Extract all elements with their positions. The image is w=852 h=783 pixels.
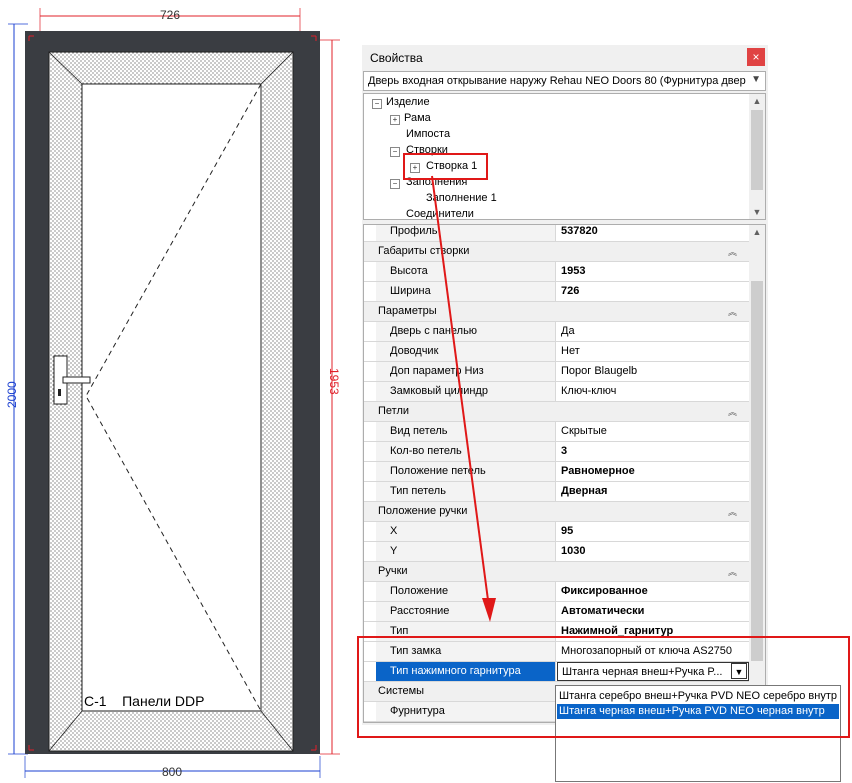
- panel-label: С-1 Панели DDP: [84, 693, 204, 709]
- grid-row-value[interactable]: 1953: [557, 262, 749, 281]
- dim-right: 1953: [320, 39, 341, 755]
- collapse-icon[interactable]: −: [372, 99, 382, 109]
- grid-scroll-thumb[interactable]: [751, 281, 763, 661]
- object-select-value: Дверь входная открывание наружу Rehau NE…: [368, 75, 746, 87]
- scroll-down-icon[interactable]: ▼: [749, 205, 765, 219]
- grid-row-value[interactable]: Дверная: [557, 482, 749, 501]
- panel-title: Свойства: [370, 51, 423, 65]
- collapse-chevron-icon[interactable]: ︽: [728, 565, 737, 578]
- expand-icon[interactable]: +: [390, 115, 400, 125]
- grid-row-value[interactable]: 726: [557, 282, 749, 301]
- dim-left-label: 2000: [5, 381, 19, 408]
- grid-row-value[interactable]: 537820: [557, 225, 749, 241]
- dim-top-label: 726: [160, 8, 180, 22]
- collapse-chevron-icon[interactable]: ︽: [728, 505, 737, 518]
- collapse-chevron-icon[interactable]: ︽: [728, 245, 737, 258]
- scroll-up-icon[interactable]: ▲: [749, 94, 765, 108]
- arrow-annotation: [431, 175, 496, 622]
- grid-row-value[interactable]: 95: [557, 522, 749, 541]
- tree-node[interactable]: Рама: [404, 112, 431, 124]
- scroll-up-icon[interactable]: ▲: [749, 225, 765, 239]
- collapse-chevron-icon[interactable]: ︽: [728, 405, 737, 418]
- grid-row-value[interactable]: Порог Blaugelb: [557, 362, 749, 381]
- dim-bottom-label: 800: [162, 765, 182, 779]
- chevron-down-icon[interactable]: ▼: [751, 74, 761, 85]
- dim-bottom: 800: [24, 756, 321, 779]
- dim-right-label: 1953: [327, 368, 341, 395]
- grid-row-value[interactable]: Равномерное: [557, 462, 749, 481]
- grid-row-value[interactable]: Автоматически: [557, 602, 749, 621]
- collapse-icon[interactable]: −: [390, 147, 400, 157]
- grid-row-value[interactable]: Нет: [557, 342, 749, 361]
- close-button[interactable]: ×: [747, 48, 765, 66]
- grid-row-value[interactable]: Фиксированное: [557, 582, 749, 601]
- object-select[interactable]: Дверь входная открывание наружу Rehau NE…: [363, 71, 766, 91]
- dim-left: 2000: [5, 23, 28, 755]
- grid-row-value[interactable]: Да: [557, 322, 749, 341]
- tree-node[interactable]: Импоста: [406, 128, 450, 140]
- collapse-chevron-icon[interactable]: ︽: [728, 305, 737, 318]
- grid-category-label: Ручки: [378, 565, 408, 577]
- tree-node[interactable]: Изделие: [386, 96, 430, 108]
- tree-scrollbar[interactable]: ▲ ▼: [749, 94, 765, 219]
- grid-row-value[interactable]: 1030: [557, 542, 749, 561]
- collapse-icon[interactable]: −: [390, 179, 400, 189]
- door-drawing: 726 800 2000 1953 С-1 Панели DDP: [5, 8, 341, 779]
- tree-scroll-thumb[interactable]: [751, 110, 763, 190]
- grid-row-value[interactable]: Скрытые: [557, 422, 749, 441]
- door-panel: [81, 83, 262, 712]
- grid-category-label: Петли: [378, 405, 410, 417]
- highlight-box-handle-type: [357, 636, 850, 738]
- grid-row-value[interactable]: 3: [557, 442, 749, 461]
- grid-row-value[interactable]: Ключ-ключ: [557, 382, 749, 401]
